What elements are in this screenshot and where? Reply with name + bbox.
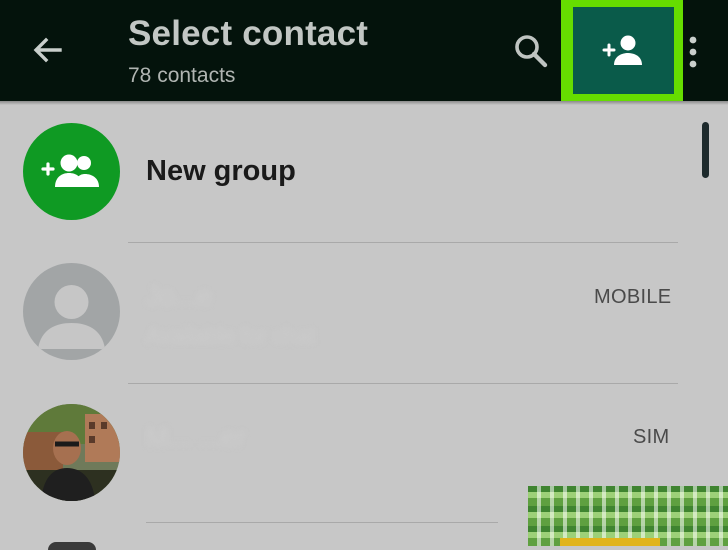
contact-avatar [48,542,96,550]
back-button[interactable] [24,26,72,74]
add-contact-button-face[interactable] [573,7,674,94]
add-contact-button[interactable] [561,0,683,101]
page-title: Select contact [128,14,369,53]
contact-avatar [23,404,120,501]
watermark-logo [528,486,728,546]
search-button[interactable] [508,28,554,74]
contact-status: Available for chat [146,323,315,348]
contact-name: Jo...e [146,281,213,311]
search-icon [515,35,548,68]
photo-avatar [23,404,120,501]
watermark-bar [560,538,660,546]
person-add-icon [602,35,642,65]
contact-name: M... ...er [146,422,246,452]
contacts-count: 78 contacts [128,64,236,87]
contact-type-label: MOBILE [594,286,672,308]
scrollbar[interactable] [702,122,709,178]
divider [146,522,498,523]
new-group-avatar [23,123,120,220]
default-avatar-icon [38,285,105,349]
contact-row[interactable]: Jo...e Available for chat MOBILE [0,243,700,383]
new-group-row[interactable]: New group [0,105,700,242]
group-add-icon [40,154,99,187]
contact-type-label: SIM [633,426,670,448]
overflow-menu-button[interactable] [684,30,702,74]
app-bar: Select contact 78 contacts [0,0,728,101]
more-vertical-icon [689,36,697,68]
contact-avatar [23,263,120,360]
arrow-left-icon [33,37,62,63]
new-group-label: New group [146,155,296,187]
